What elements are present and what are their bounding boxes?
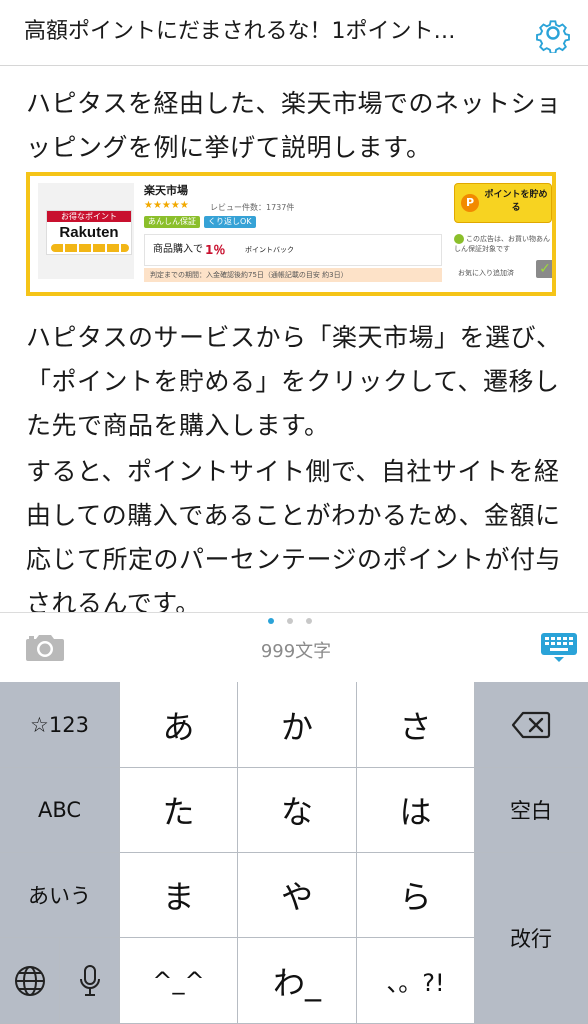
key-ka[interactable]: か: [238, 682, 357, 768]
key-ta[interactable]: た: [120, 768, 238, 853]
rate-value: 1％: [205, 243, 226, 257]
logo-caption: お得なポイント: [47, 211, 131, 222]
ad-note-text: この広告は、お買い物あんしん保証対象です: [454, 235, 550, 253]
shield-icon: [454, 234, 464, 244]
key-a[interactable]: あ: [120, 682, 238, 768]
key-na[interactable]: な: [238, 768, 357, 853]
logo-text: Rakuten: [59, 224, 119, 241]
settings-button[interactable]: [533, 13, 573, 55]
page-title[interactable]: 高額ポイントにだまされるな！1ポイント…: [24, 15, 524, 49]
review-count: レビュー件数：1737件: [210, 203, 295, 212]
camera-button[interactable]: [24, 631, 66, 663]
gear-icon: [536, 20, 570, 55]
space-key[interactable]: 空白: [475, 768, 588, 853]
article-editor[interactable]: ハピタスを経由した、楽天市場でのネットショッピングを例に挙げて説明します。 お得…: [0, 66, 588, 612]
judgement-note: 判定までの期間：入金確認後約75日（通帳記載の目安 約3日）: [144, 268, 442, 282]
save-points-button[interactable]: P ポイントを貯める: [454, 183, 552, 223]
mic-key[interactable]: [60, 938, 120, 1024]
favorite-label: お気に入り追加済: [458, 269, 514, 277]
globe-key[interactable]: [0, 938, 60, 1024]
japanese-flick-keyboard: ☆123 ABC あいう あ か さ た な は ま や ら ^_^ わ_ 、。…: [0, 682, 588, 1024]
enter-key[interactable]: 改行: [475, 853, 588, 1024]
key-punctuation[interactable]: 、。?!: [357, 938, 475, 1024]
key-ha[interactable]: は: [357, 768, 475, 853]
paragraph-2[interactable]: ハピタスのサービスから「楽天市場」を選び、「ポイントを貯める」をクリックして、遷…: [26, 316, 566, 448]
point-rate-box: 商品購入で 1％ ポイントバック: [144, 234, 442, 266]
backspace-key[interactable]: [475, 682, 588, 768]
shop-name: 楽天市場: [144, 184, 188, 197]
star-rating: ★★★★★: [144, 200, 189, 211]
backspace-icon: [511, 711, 551, 738]
ad-note: この広告は、お買い物あんしん保証対象です: [454, 234, 552, 254]
keyboard-icon: [541, 633, 577, 662]
mic-icon: [79, 964, 100, 996]
page-dot-2[interactable]: [287, 618, 293, 624]
rate-label: 商品購入で: [153, 244, 203, 255]
globe-icon: [14, 965, 45, 996]
rate-unit: ポイントバック: [245, 246, 294, 254]
key-ra[interactable]: ら: [357, 853, 475, 938]
key-kana[interactable]: あいう: [0, 853, 120, 938]
paragraph-1[interactable]: ハピタスを経由した、楽天市場でのネットショッピングを例に挙げて説明します。: [26, 82, 566, 170]
shop-embed-card[interactable]: お得なポイント Rakuten 楽天市場 ★★★★★ レビュー件数：1737件 …: [26, 172, 556, 296]
tag-repeat: くり返しOK: [204, 216, 256, 228]
hide-keyboard-button[interactable]: [540, 631, 578, 663]
coins-decoration: [51, 244, 129, 252]
logo-banner: お得なポイント Rakuten: [46, 210, 132, 255]
page-dot-1[interactable]: [268, 618, 274, 624]
app-header: 高額ポイントにだまされるな！1ポイント…: [0, 0, 588, 66]
checkmark-icon[interactable]: ✓: [536, 260, 552, 278]
key-wa[interactable]: わ_: [238, 938, 357, 1024]
key-emoticon[interactable]: ^_^: [120, 938, 238, 1024]
key-abc[interactable]: ABC: [0, 768, 120, 853]
rakuten-logo: お得なポイント Rakuten: [38, 183, 134, 279]
character-count: 999文字: [260, 641, 332, 662]
tag-guarantee: あんしん保証: [144, 216, 200, 228]
save-points-label: ポイントを貯める: [484, 190, 548, 213]
key-numbers[interactable]: ☆123: [0, 682, 120, 768]
key-ya[interactable]: や: [238, 853, 357, 938]
editor-toolbar: 999文字: [0, 612, 588, 682]
point-icon: P: [461, 194, 479, 212]
camera-icon: [26, 635, 64, 661]
key-ma[interactable]: ま: [120, 853, 238, 938]
key-sa[interactable]: さ: [357, 682, 475, 768]
page-dot-3[interactable]: [306, 618, 312, 624]
paragraph-3[interactable]: すると、ポイントサイト側で、自社サイトを経由しての購入であることがわかるため、金…: [26, 450, 566, 612]
